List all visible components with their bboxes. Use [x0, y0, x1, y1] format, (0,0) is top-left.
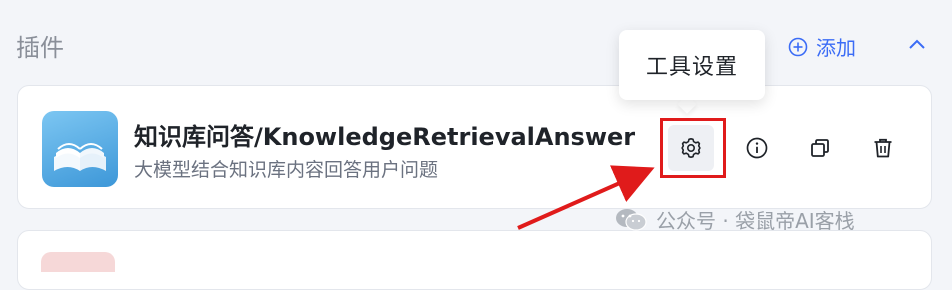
copy-icon: [811, 139, 829, 157]
watermark-text: 公众号 · 袋鼠帝AI客栈: [656, 209, 855, 233]
tooltip: 工具设置: [619, 30, 765, 100]
info-button[interactable]: [734, 125, 780, 171]
plus-circle-icon: [788, 37, 808, 56]
info-icon: [746, 137, 768, 159]
plugin-card-2: [17, 230, 932, 290]
wechat-icon: [616, 208, 647, 231]
add-plugin-button[interactable]: 添加: [788, 32, 856, 61]
section-title: 插件: [16, 34, 64, 62]
delete-button[interactable]: [860, 125, 906, 171]
plugin-name: 知识库问答/KnowledgeRetrievalAnswer: [134, 123, 636, 151]
collapse-button[interactable]: [906, 36, 928, 56]
copy-button[interactable]: [797, 125, 843, 171]
book-icon: [42, 111, 118, 187]
plugin-description: 大模型结合知识库内容回答用户问题: [134, 159, 439, 181]
gear-icon: [681, 138, 701, 158]
settings-button[interactable]: [668, 125, 714, 171]
add-button-label: 添加: [816, 36, 856, 60]
watermark: 公众号 · 袋鼠帝AI客栈: [614, 205, 855, 234]
trash-icon: [874, 138, 892, 158]
plugin-icon-2: [41, 252, 115, 272]
chevron-up-icon: [909, 39, 925, 49]
